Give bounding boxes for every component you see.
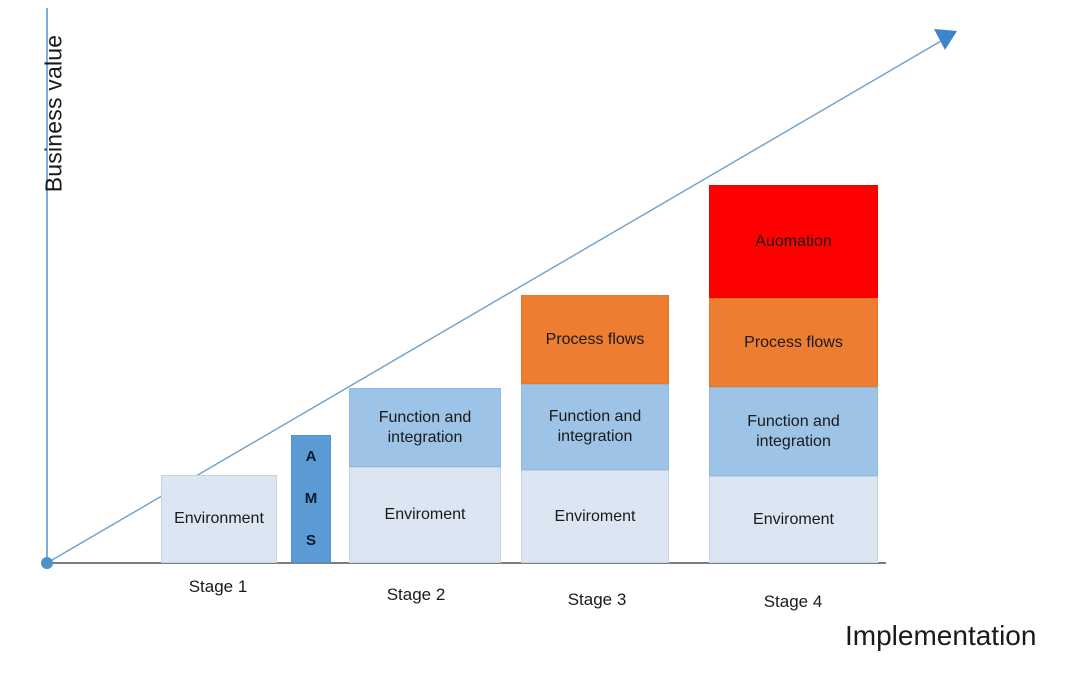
segment-function-integration[interactable]: Function and integration [349,388,501,467]
segment-function-integration[interactable]: Function and integration [709,387,878,476]
segment-label: Enviroment [384,506,466,523]
segment-ams[interactable]: A M S [291,435,331,563]
segment-environment[interactable]: Enviroment [349,467,501,563]
segment-automation[interactable]: Auomation [709,185,878,298]
chart-canvas: Business value Implementation Environmen… [0,0,1073,674]
trend-arrowhead-icon [934,29,957,50]
y-axis-label: Business value [40,34,67,193]
segment-label: Enviroment [554,507,636,525]
bar-ams[interactable]: A M S [291,435,331,563]
ams-letter-a: A [305,447,317,465]
bar-stage-4[interactable]: Auomation Process flows Function and int… [709,185,878,563]
segment-label: Enviroment [753,510,834,528]
segment-label: Function and integration [747,412,840,450]
segment-environment[interactable]: Enviroment [521,470,669,563]
category-label-stage-1: Stage 1 [188,577,248,596]
segment-process-flows[interactable]: Process flows [521,295,669,384]
bar-stage-1[interactable]: Environment [161,475,277,563]
segment-environment[interactable]: Enviroment [709,476,878,563]
segment-label: Function and integration [548,408,642,445]
category-label-stage-2: Stage 2 [386,585,446,604]
segment-label: Process flows [744,333,843,351]
segment-label: Auomation [755,232,832,250]
segment-label: Process flows [545,330,645,348]
category-label-stage-4: Stage 4 [763,592,823,611]
segment-environment[interactable]: Environment [161,475,277,563]
segment-function-integration[interactable]: Function and integration [521,384,669,470]
segment-process-flows[interactable]: Process flows [709,298,878,387]
ams-letter-m: M [304,489,318,507]
bar-stage-2[interactable]: Function and integration Enviroment [349,388,501,563]
segment-label: Environment [174,510,264,527]
x-axis-label: Implementation [845,620,1037,651]
category-label-stage-3: Stage 3 [567,590,627,609]
segment-label: Function and integration [378,408,472,446]
bar-stage-3[interactable]: Process flows Function and integration E… [521,295,669,563]
ams-letter-s: S [305,531,316,549]
